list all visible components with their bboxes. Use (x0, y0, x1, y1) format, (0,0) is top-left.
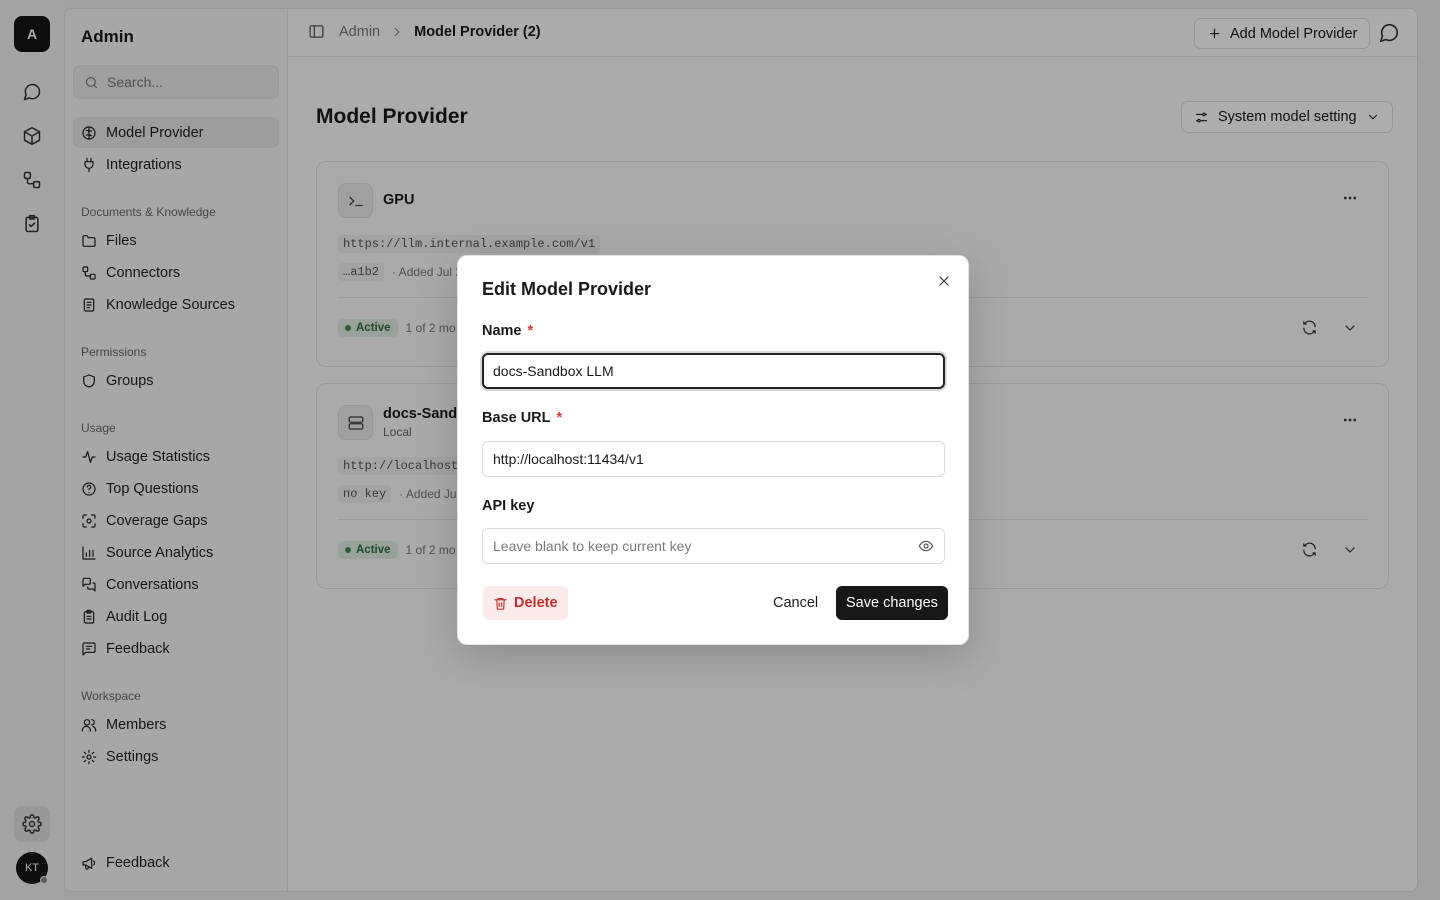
name-value: docs-Sandbox LLM (493, 363, 614, 379)
delete-button[interactable]: Delete (483, 586, 568, 620)
save-changes-button[interactable]: Save changes (836, 586, 948, 620)
api-key-input[interactable]: Leave blank to keep current key (482, 528, 945, 564)
save-label: Save changes (846, 595, 938, 611)
trash-icon (494, 597, 507, 610)
cancel-button[interactable]: Cancel (763, 586, 828, 620)
api-key-label: API key (482, 498, 535, 514)
eye-icon[interactable] (918, 538, 934, 554)
cancel-label: Cancel (773, 595, 819, 611)
edit-model-provider-dialog: Edit Model Provider Name * docs-Sandbox L… (457, 255, 969, 645)
api-key-placeholder: Leave blank to keep current key (493, 538, 692, 554)
base-url-label: Base URL * (482, 410, 563, 426)
close-icon[interactable] (936, 273, 952, 289)
base-url-input[interactable]: http://localhost:11434/v1 (482, 441, 945, 477)
dialog-title: Edit Model Provider (482, 279, 652, 299)
name-label: Name * (482, 323, 534, 339)
name-input[interactable]: docs-Sandbox LLM (482, 353, 945, 389)
base-url-value: http://localhost:11434/v1 (493, 451, 644, 467)
delete-label: Delete (514, 595, 558, 611)
